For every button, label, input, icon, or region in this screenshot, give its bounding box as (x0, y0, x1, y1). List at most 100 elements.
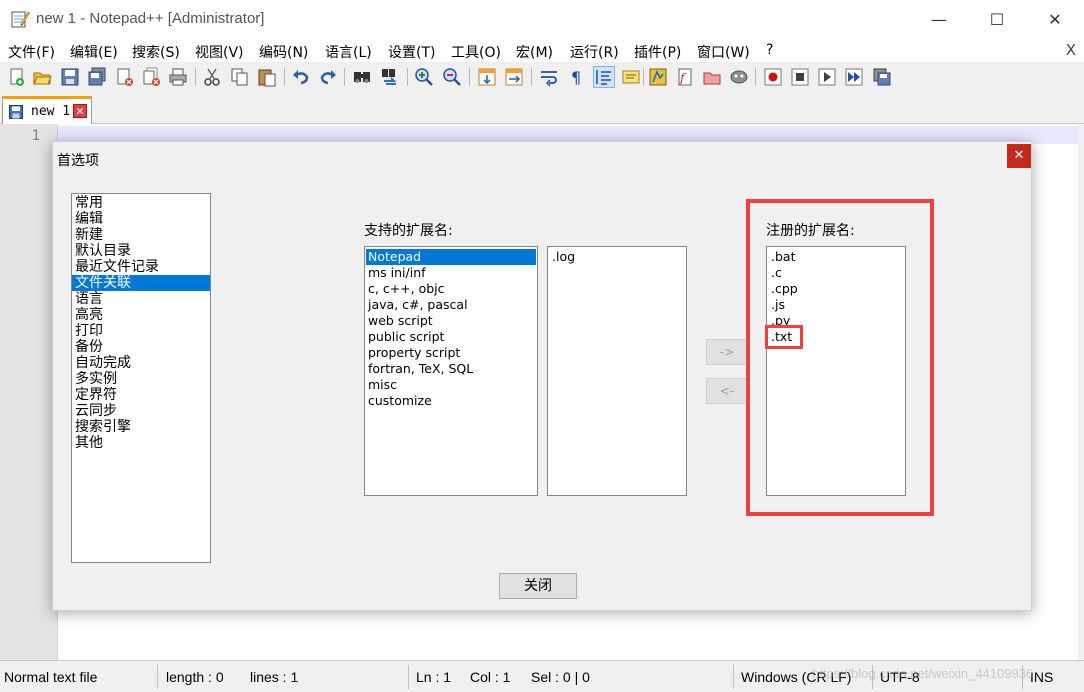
unregister-extension-button[interactable]: <- (706, 378, 748, 404)
sync-horizontal-icon[interactable] (504, 67, 524, 87)
new-file-icon[interactable] (7, 67, 27, 87)
status-length: length : 0 (166, 669, 224, 685)
category-item[interactable]: 编辑 (72, 211, 210, 227)
menu-settings[interactable]: 设置(T) (388, 42, 435, 62)
replace-icon[interactable] (380, 67, 400, 87)
menu-encoding[interactable]: 编码(N) (259, 42, 308, 62)
status-lines: lines : 1 (250, 669, 299, 685)
category-item[interactable]: 自动完成 (72, 355, 210, 371)
status-separator (408, 665, 409, 689)
category-item[interactable]: 高亮 (72, 307, 210, 323)
record-macro-icon[interactable] (763, 67, 783, 87)
open-file-icon[interactable] (32, 67, 52, 87)
indent-guide-icon[interactable] (593, 66, 615, 88)
category-item[interactable]: 新建 (72, 227, 210, 243)
category-item[interactable]: 语言 (72, 291, 210, 307)
language-item[interactable]: ms ini/inf (366, 265, 536, 281)
show-all-chars-icon[interactable]: ¶ (566, 67, 586, 87)
register-extension-button[interactable]: -> (706, 339, 748, 365)
category-item[interactable]: 打印 (72, 323, 210, 339)
vertical-scrollbar[interactable] (1078, 124, 1084, 660)
menu-tools[interactable]: 工具(O) (451, 42, 501, 62)
maximize-button[interactable]: ☐ (968, 0, 1026, 38)
language-item[interactable]: property script (366, 345, 536, 361)
status-sel: Sel : 0 | 0 (531, 669, 590, 685)
svg-text:¶: ¶ (571, 68, 581, 87)
close-all-icon[interactable] (142, 67, 162, 87)
stop-record-icon[interactable] (790, 67, 810, 87)
annotation-box-registered (746, 199, 934, 516)
category-item[interactable]: 定界符 (72, 387, 210, 403)
tab-label: new 1 (31, 104, 71, 119)
extension-list[interactable]: .log (547, 246, 687, 496)
zoom-in-icon[interactable] (414, 67, 434, 87)
word-wrap-icon[interactable] (539, 67, 559, 87)
menu-bar: 文件(F) 编辑(E) 搜索(S) 视图(V) 编码(N) 语言(L) 设置(T… (0, 38, 1084, 62)
menu-file[interactable]: 文件(F) (8, 42, 55, 62)
category-item[interactable]: 备份 (72, 339, 210, 355)
sync-vertical-icon[interactable] (477, 67, 497, 87)
category-item[interactable]: 常用 (72, 195, 210, 211)
category-list[interactable]: 常用 编辑 新建 默认目录 最近文件记录 文件关联 语言 高亮 打印 备份 自动… (71, 193, 211, 563)
save-icon[interactable] (60, 67, 80, 87)
line-number-gutter: 1 (0, 124, 58, 660)
cut-icon[interactable] (202, 67, 222, 87)
toolbar-separator (195, 68, 196, 86)
window-close-button[interactable]: ✕ (1026, 0, 1084, 38)
menu-macro[interactable]: 宏(M) (516, 42, 553, 62)
category-item[interactable]: 搜索引擎 (72, 419, 210, 435)
language-item-selected[interactable]: Notepad (366, 249, 536, 265)
category-item[interactable]: 多实例 (72, 371, 210, 387)
category-item[interactable]: 最近文件记录 (72, 259, 210, 275)
language-item[interactable]: customize (366, 393, 536, 409)
watermark: https://blog.csdn.net/weixin_44109936 (812, 666, 1034, 681)
category-item[interactable]: 云同步 (72, 403, 210, 419)
minimize-button[interactable]: — (910, 0, 968, 38)
status-col: Col : 1 (470, 669, 511, 685)
language-item[interactable]: c, c++, objc (366, 281, 536, 297)
run-macro-multiple-icon[interactable] (844, 67, 864, 87)
save-macro-icon[interactable] (872, 67, 892, 87)
copy-icon[interactable] (230, 67, 250, 87)
menu-help[interactable]: ? (766, 42, 773, 58)
folder-workspace-icon[interactable]: f (675, 67, 695, 87)
category-item[interactable]: 其他 (72, 435, 210, 451)
menu-view[interactable]: 视图(V) (195, 42, 244, 62)
menu-language[interactable]: 语言(L) (325, 42, 372, 62)
monitoring-icon[interactable] (729, 67, 749, 87)
language-item[interactable]: public script (366, 329, 536, 345)
save-all-icon[interactable] (87, 67, 107, 87)
dialog-close-button[interactable]: ✕ (1007, 144, 1031, 168)
menu-window[interactable]: 窗口(W) (697, 42, 750, 62)
menu-search[interactable]: 搜索(S) (132, 42, 180, 62)
find-icon[interactable] (352, 67, 372, 87)
paste-icon[interactable] (257, 67, 277, 87)
category-item[interactable]: 默认目录 (72, 243, 210, 259)
zoom-out-icon[interactable] (442, 67, 462, 87)
close-button[interactable]: 关闭 (499, 573, 577, 599)
tab-close-icon[interactable]: ✕ (73, 104, 87, 118)
print-icon[interactable] (168, 67, 188, 87)
menu-edit[interactable]: 编辑(E) (70, 42, 118, 62)
menu-plugins[interactable]: 插件(P) (634, 42, 681, 62)
doc-list-icon[interactable] (702, 67, 722, 87)
tab-new-1[interactable]: new 1 ✕ (2, 96, 92, 124)
toolbar-separator (284, 68, 285, 86)
menu-run[interactable]: 运行(R) (570, 42, 619, 62)
extension-item[interactable]: .log (550, 249, 684, 265)
language-item[interactable]: misc (366, 377, 536, 393)
redo-icon[interactable] (318, 67, 338, 87)
function-list-icon[interactable] (648, 67, 668, 87)
language-item[interactable]: java, c#, pascal (366, 297, 536, 313)
doc-map-icon[interactable] (621, 67, 641, 87)
window-title: new 1 - Notepad++ [Administrator] (36, 10, 265, 27)
language-item[interactable]: fortran, TeX, SQL (366, 361, 536, 377)
language-item[interactable]: web script (366, 313, 536, 329)
language-list[interactable]: Notepad ms ini/inf c, c++, objc java, c#… (364, 246, 538, 496)
category-item-selected[interactable]: 文件关联 (72, 275, 210, 291)
undo-icon[interactable] (291, 67, 311, 87)
close-document-x[interactable]: X (1066, 41, 1076, 59)
playback-icon[interactable] (817, 67, 837, 87)
close-icon[interactable] (115, 67, 135, 87)
toolbar-separator (531, 68, 532, 86)
